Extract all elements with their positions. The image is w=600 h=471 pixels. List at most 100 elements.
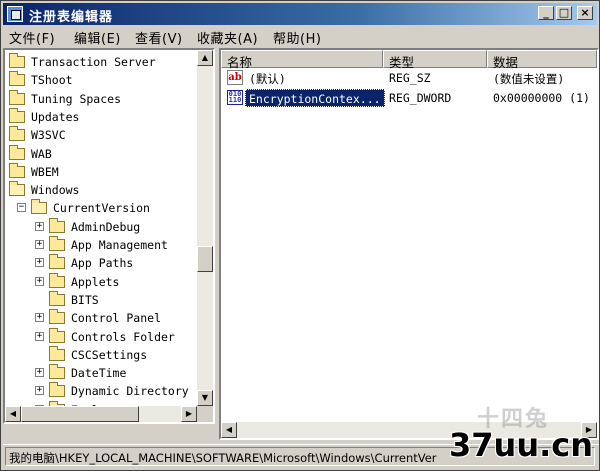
tree-node[interactable]: + Controls Folder (5, 327, 197, 346)
tree-node[interactable]: Windows (5, 181, 197, 199)
tree-vertical-scrollbar[interactable]: ▲ ▼ (197, 50, 213, 406)
menu-bar: 文件(F) 编辑(E) 查看(V) 收藏夹(A) 帮助(H) (3, 26, 597, 47)
expand-icon[interactable]: + (35, 331, 44, 341)
scroll-right-arrow-icon[interactable]: ▶ (181, 406, 197, 422)
expand-icon[interactable]: + (35, 313, 44, 323)
tree-node-label: TShoot (31, 73, 73, 88)
expand-icon[interactable]: + (35, 221, 44, 231)
folder-icon (9, 71, 25, 87)
tree-node-label: W3SVC (31, 128, 66, 143)
list-header: 名称 类型 数据 (221, 50, 597, 70)
tree-node[interactable]: − CurrentVersion (5, 199, 197, 217)
column-header-name[interactable]: 名称 (221, 50, 383, 70)
tree-node[interactable]: + App Paths (5, 254, 197, 272)
scroll-corner (197, 406, 213, 422)
folder-open-icon (31, 199, 47, 215)
tree-node-label: Updates (31, 109, 80, 124)
column-header-data[interactable]: 数据 (487, 50, 597, 70)
tree-horizontal-scrollbar[interactable]: ◀ ▶ (5, 406, 197, 422)
folder-icon (49, 217, 65, 233)
folder-icon (49, 290, 65, 306)
scroll-left-arrow-icon[interactable]: ◀ (5, 406, 21, 422)
tree-node[interactable]: + Applets (5, 272, 197, 291)
tree-node-label: Tuning Spaces (31, 91, 122, 106)
maximize-button[interactable]: □ (556, 6, 572, 20)
tree-node[interactable]: Updates (5, 107, 197, 126)
tree-node[interactable]: WBEM (5, 162, 197, 181)
folder-icon (49, 236, 65, 251)
expand-icon[interactable]: + (35, 386, 44, 396)
tree-node-label: AdminDebug (71, 219, 141, 234)
tree-node-label: Windows (31, 183, 80, 198)
tree-hscroll-thumb[interactable] (21, 406, 139, 422)
folder-icon (9, 162, 25, 178)
tree-node[interactable]: CSCSettings (5, 345, 197, 364)
menu-edit[interactable]: 编辑(E) (74, 28, 121, 47)
registry-editor-window: 注册表编辑器 _ □ × 文件(F) 编辑(E) 查看(V) 收藏夹(A) 帮助… (0, 0, 600, 471)
value-type: REG_DWORD (389, 91, 452, 105)
expand-icon[interactable]: + (35, 240, 44, 249)
folder-open-icon (9, 181, 25, 197)
folder-icon (49, 345, 65, 361)
scroll-left-arrow-icon[interactable]: ◀ (221, 422, 237, 438)
tree-node-label: App Paths (71, 256, 134, 271)
value-data: 0x00000000 (1) (493, 91, 590, 105)
tree-node-label: WBEM (31, 164, 59, 179)
tree-node[interactable]: WAB (5, 144, 197, 163)
value-name: (默认) (249, 72, 286, 86)
key-tree: Transaction Server TShoot Tuning Spaces Upd… (5, 50, 197, 406)
tree-node[interactable]: + App Management (5, 236, 197, 254)
value-name: EncryptionContex... (245, 89, 385, 107)
tree-node[interactable]: BITS (5, 290, 197, 309)
collapse-icon[interactable]: − (17, 203, 26, 213)
scroll-up-arrow-icon[interactable]: ▲ (197, 50, 213, 66)
list-row-selected[interactable]: 010 110 EncryptionContex... REG_DWORD 0x… (221, 89, 597, 107)
tree-node[interactable]: W3SVC (5, 126, 197, 144)
tree-node-label: CurrentVersion (53, 201, 150, 216)
tree-node[interactable]: + Control Panel (5, 309, 197, 327)
tree-node-label: Applets (71, 274, 120, 289)
registry-editor-icon (7, 6, 23, 22)
expand-icon[interactable]: + (35, 276, 44, 286)
tree-node[interactable]: + Dynamic Directory (5, 382, 197, 400)
watermark-logo: 37uu.cn (449, 426, 593, 464)
menu-help[interactable]: 帮助(H) (273, 28, 321, 47)
tree-node[interactable]: + AdminDebug (5, 217, 197, 236)
tree-node[interactable]: Tuning Spaces (5, 89, 197, 108)
tree-node-label: BITS (71, 292, 99, 307)
tree-node-label: WAB (31, 146, 52, 161)
binary-value-icon: 010 110 (227, 90, 243, 105)
folder-icon (49, 309, 65, 325)
folder-icon (49, 254, 65, 270)
menu-file[interactable]: 文件(F) (9, 28, 55, 47)
string-value-icon: ab (227, 70, 243, 85)
minimize-button[interactable]: _ (538, 6, 554, 20)
expand-icon[interactable]: + (35, 368, 44, 378)
folder-icon (9, 107, 25, 123)
value-type: REG_SZ (389, 71, 431, 85)
tree-node[interactable]: Transaction Server (5, 53, 197, 71)
folder-icon (9, 144, 25, 160)
tree-node-label: Dynamic Directory (71, 384, 189, 399)
title-bar[interactable]: 注册表编辑器 _ □ × (3, 3, 597, 25)
value-data: (数值未设置) (493, 72, 565, 86)
list-row[interactable]: ab (默认) REG_SZ (数值未设置) (221, 69, 597, 87)
tree-node[interactable]: + DateTime (5, 364, 197, 382)
tree-node-label: DateTime (71, 366, 127, 381)
column-header-type[interactable]: 类型 (383, 50, 487, 70)
folder-icon (9, 126, 25, 142)
tree-node[interactable]: TShoot (5, 71, 197, 89)
tree-node-label: CSCSettings (71, 347, 148, 362)
folder-icon (49, 364, 65, 380)
tree-scroll-thumb[interactable] (197, 246, 213, 272)
folder-icon (9, 89, 25, 105)
scroll-down-arrow-icon[interactable]: ▼ (197, 390, 213, 406)
tree-node-label: Control Panel (71, 311, 162, 326)
close-button[interactable]: × (577, 6, 593, 20)
value-list-pane: 名称 类型 数据 ab (默认) REG_SZ (数值未设置) 010 110 … (219, 48, 599, 440)
folder-icon (49, 272, 65, 288)
expand-icon[interactable]: + (35, 258, 44, 268)
menu-view[interactable]: 查看(V) (135, 28, 183, 47)
key-tree-pane: Transaction Server TShoot Tuning Spaces Upd… (3, 48, 215, 424)
menu-favorites[interactable]: 收藏夹(A) (197, 28, 258, 47)
